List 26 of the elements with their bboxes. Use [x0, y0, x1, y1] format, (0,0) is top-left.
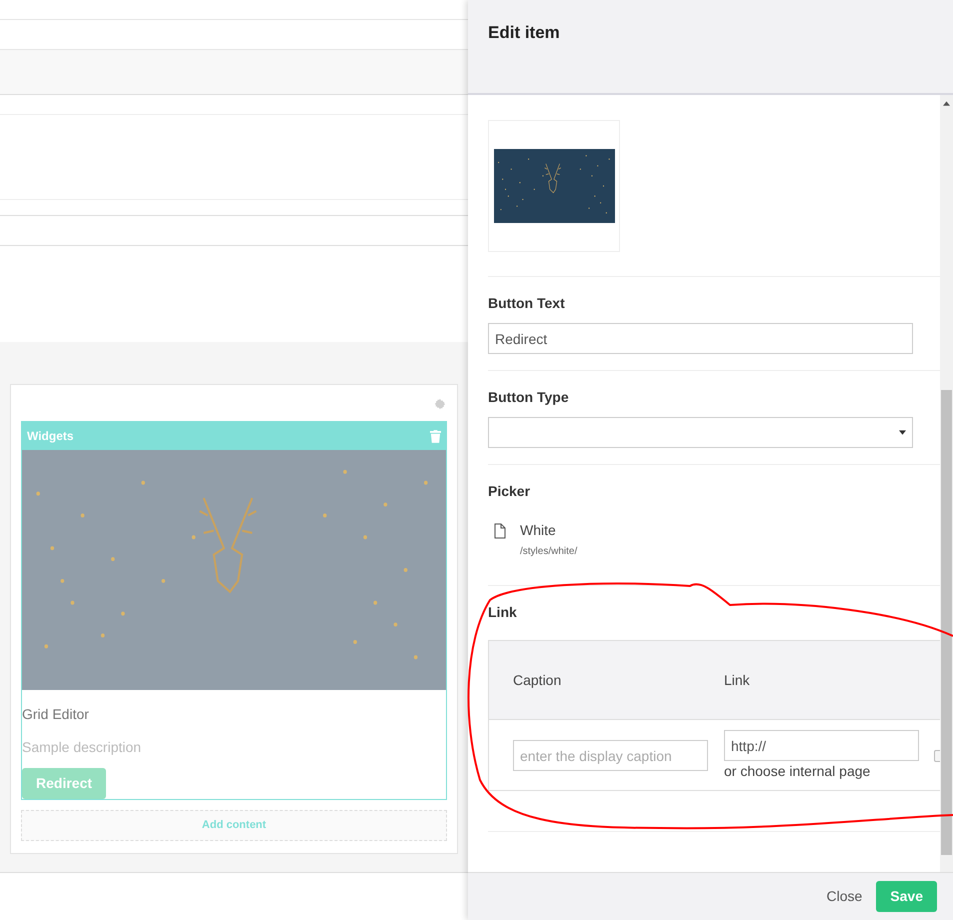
column-header: Caption: [513, 670, 562, 690]
caption-input[interactable]: enter the display caption: [513, 740, 708, 771]
dropdown-caret-icon: [899, 430, 906, 435]
settings-icon[interactable]: [433, 397, 447, 411]
picker-item-path: /styles/white/: [520, 545, 578, 559]
document-icon: [494, 523, 506, 539]
field-label: Picker: [488, 482, 532, 501]
close-button[interactable]: Close: [826, 886, 862, 907]
dialog-title: Edit item: [488, 23, 560, 42]
widget-title: Widgets: [27, 428, 74, 445]
scrollbar-thumb[interactable]: [941, 390, 952, 855]
column-header: Link: [724, 670, 750, 690]
picker-item-name[interactable]: White: [520, 520, 578, 541]
widget-description: Sample description: [22, 738, 142, 757]
image-frame[interactable]: [488, 120, 620, 252]
link-url-input[interactable]: http://: [724, 730, 919, 761]
widget-heading: Grid Editor: [22, 705, 90, 724]
field-label: Link: [488, 603, 518, 622]
button-type-select[interactable]: [488, 417, 913, 448]
scroll-up-arrow-icon[interactable]: [943, 101, 950, 106]
trash-icon[interactable]: [430, 430, 441, 442]
scrollbar[interactable]: [940, 95, 953, 872]
choose-internal-page-link[interactable]: or choose internal page: [724, 761, 919, 782]
field-label: Button Type: [488, 388, 570, 407]
field-label: Button Text: [488, 294, 566, 313]
button-text-input[interactable]: Redirect: [488, 323, 913, 354]
